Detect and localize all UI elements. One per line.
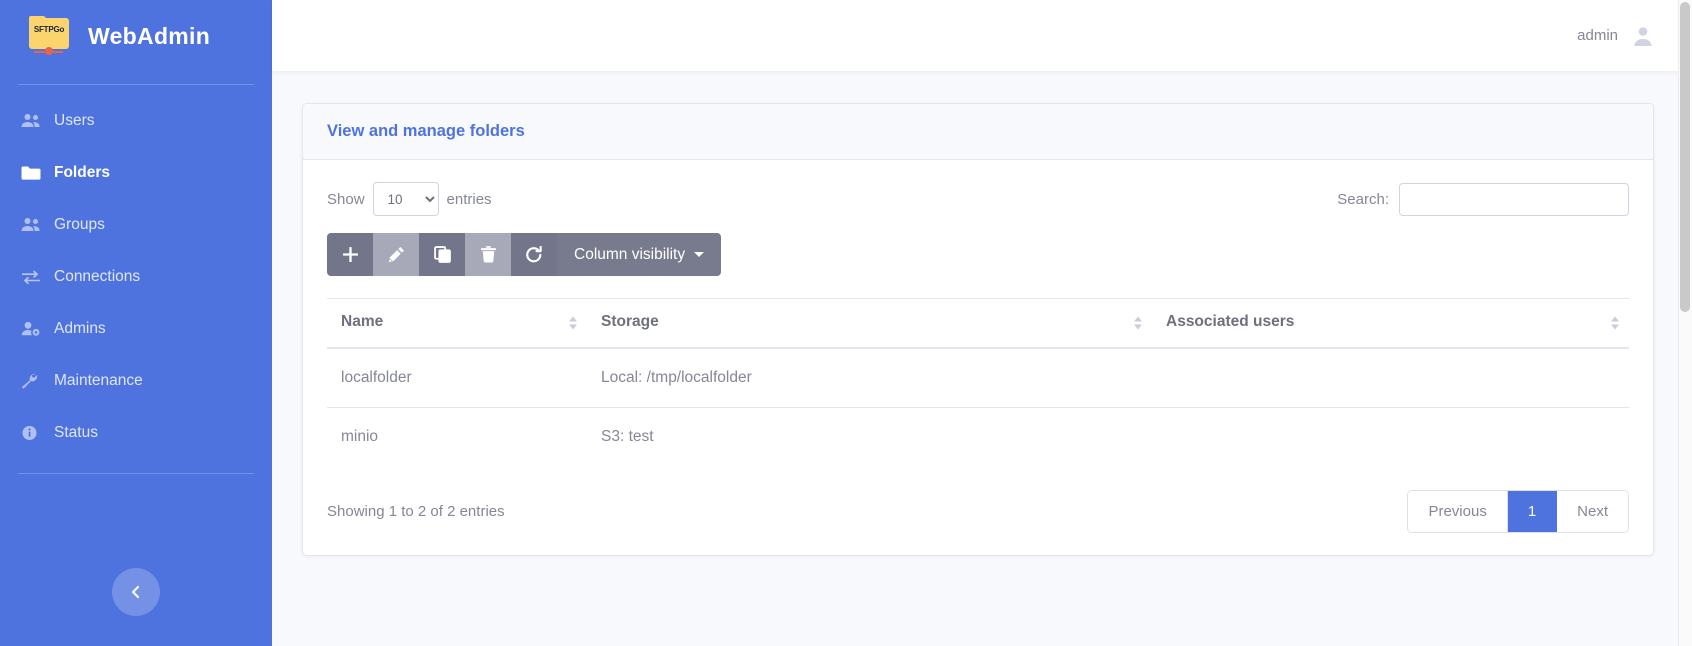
search-input[interactable] — [1399, 183, 1629, 216]
sort-icon — [569, 317, 577, 330]
folders-card: View and manage folders Show 10 entries … — [302, 103, 1654, 556]
sidebar-item-label: Groups — [54, 216, 105, 234]
info-circle-icon — [20, 423, 42, 443]
folder-logo-icon: SFTPGo — [28, 16, 70, 56]
brand-name: WebAdmin — [88, 23, 210, 50]
pencil-icon — [388, 246, 405, 263]
add-button[interactable] — [327, 233, 373, 276]
sidebar-item-label: Users — [54, 112, 94, 130]
cell-name: localfolder — [327, 348, 587, 408]
entries-label: entries — [447, 191, 492, 208]
topbar: admin — [272, 0, 1692, 71]
topbar-username: admin — [1577, 27, 1618, 44]
sidebar-item-label: Maintenance — [54, 372, 143, 390]
show-label: Show — [327, 191, 365, 208]
copy-icon — [434, 246, 451, 263]
pagination-previous[interactable]: Previous — [1408, 491, 1507, 532]
sidebar-item-users[interactable]: Users — [0, 95, 272, 147]
card-header: View and manage folders — [303, 104, 1653, 160]
sidebar-collapse-container — [0, 568, 272, 616]
users-icon — [20, 111, 42, 131]
user-gear-icon — [20, 319, 42, 339]
sort-icon — [1611, 317, 1619, 330]
wrench-icon — [20, 371, 42, 391]
sidebar-item-label: Status — [54, 424, 98, 442]
table-action-toolbar: Column visibility — [327, 233, 721, 276]
sort-icon — [1134, 317, 1142, 330]
sidebar-item-folders[interactable]: Folders — [0, 147, 272, 199]
column-visibility-button[interactable]: Column visibility — [557, 233, 721, 276]
table-row[interactable]: localfolder Local: /tmp/localfolder — [327, 348, 1629, 408]
sidebar-divider-bottom — [18, 473, 254, 474]
pagination-page-1[interactable]: 1 — [1508, 491, 1557, 532]
search-control: Search: — [1337, 183, 1629, 216]
cell-storage: S3: test — [587, 408, 1152, 467]
groups-icon — [20, 215, 42, 235]
datatable-controls: Show 10 entries Search: — [327, 182, 1629, 216]
column-header-label: Name — [341, 313, 383, 330]
column-header-storage[interactable]: Storage — [587, 299, 1152, 349]
sidebar-divider-top — [18, 84, 254, 85]
sidebar-item-maintenance[interactable]: Maintenance — [0, 355, 272, 407]
sidebar-toggle-button[interactable] — [112, 568, 160, 616]
column-visibility-label: Column visibility — [574, 246, 685, 264]
table-head: Name Storage — [327, 299, 1629, 349]
delete-button[interactable] — [465, 233, 511, 276]
refresh-button[interactable] — [511, 233, 557, 276]
plus-icon — [342, 246, 359, 263]
table-body: localfolder Local: /tmp/localfolder mini… — [327, 348, 1629, 466]
column-header-associated-users[interactable]: Associated users — [1152, 299, 1629, 349]
cell-name: minio — [327, 408, 587, 467]
sidebar-item-label: Connections — [54, 268, 140, 286]
folder-icon — [20, 163, 42, 183]
user-menu[interactable]: admin — [1577, 25, 1654, 47]
table-info: Showing 1 to 2 of 2 entries — [327, 503, 505, 520]
sidebar-nav: Users Folders — [0, 95, 272, 459]
table-row[interactable]: minio S3: test — [327, 408, 1629, 467]
column-header-label: Associated users — [1166, 313, 1294, 330]
pagination-next[interactable]: Next — [1557, 491, 1628, 532]
page-length-select[interactable]: 10 — [373, 182, 439, 216]
sidebar-item-groups[interactable]: Groups — [0, 199, 272, 251]
column-header-label: Storage — [601, 313, 659, 330]
trash-icon — [480, 246, 497, 263]
cell-storage: Local: /tmp/localfolder — [587, 348, 1152, 408]
pagination: Previous 1 Next — [1407, 490, 1629, 533]
datatable-footer: Showing 1 to 2 of 2 entries Previous 1 N… — [327, 490, 1629, 533]
cell-associated-users — [1152, 408, 1629, 467]
chevron-left-icon — [129, 584, 143, 600]
page-title: View and manage folders — [327, 122, 1629, 141]
sidebar-item-label: Admins — [54, 320, 106, 338]
main-area: admin View and manage folders Show 10 — [272, 0, 1692, 646]
sidebar-item-status[interactable]: Status — [0, 407, 272, 459]
page-length-control: Show 10 entries — [327, 182, 492, 216]
table-header-row: Name Storage — [327, 299, 1629, 349]
clone-button[interactable] — [419, 233, 465, 276]
page-content: View and manage folders Show 10 entries … — [272, 71, 1692, 646]
chevron-down-icon — [694, 252, 704, 257]
exchange-icon — [20, 267, 42, 287]
user-avatar-icon — [1632, 25, 1654, 47]
page-scrollbar[interactable] — [1678, 0, 1692, 646]
column-header-name[interactable]: Name — [327, 299, 587, 349]
refresh-icon — [525, 246, 543, 264]
folders-table: Name Storage — [327, 298, 1629, 466]
sidebar: SFTPGo WebAdmin Users — [0, 0, 272, 646]
logo-text: SFTPGo — [29, 25, 69, 34]
sidebar-item-admins[interactable]: Admins — [0, 303, 272, 355]
edit-button[interactable] — [373, 233, 419, 276]
card-body: Show 10 entries Search: — [303, 160, 1653, 555]
cell-associated-users — [1152, 348, 1629, 408]
scrollbar-thumb[interactable] — [1680, 2, 1690, 312]
sidebar-item-connections[interactable]: Connections — [0, 251, 272, 303]
brand-link[interactable]: SFTPGo WebAdmin — [0, 0, 272, 72]
search-label: Search: — [1337, 191, 1389, 208]
sidebar-item-label: Folders — [54, 164, 110, 182]
